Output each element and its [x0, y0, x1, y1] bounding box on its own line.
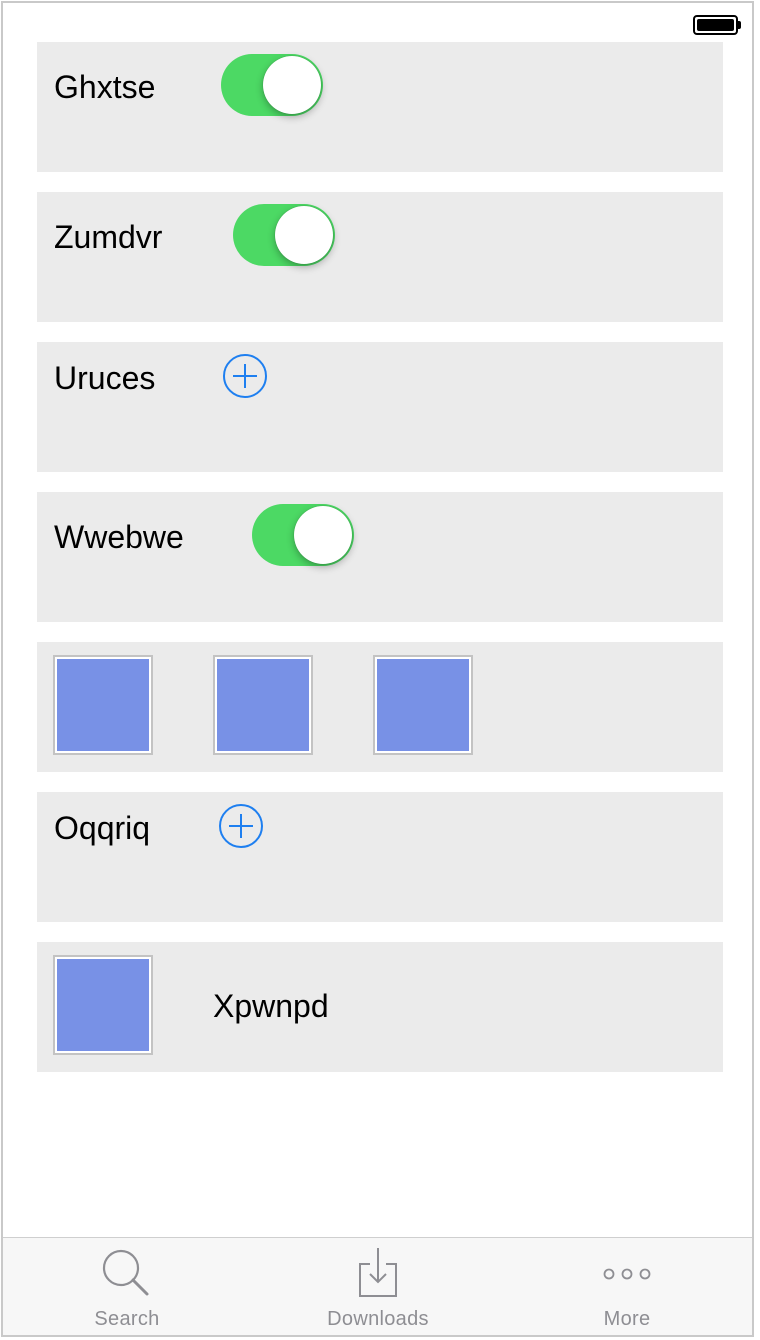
row-label: Oqqriq: [54, 810, 151, 846]
more-icon: [603, 1268, 651, 1280]
battery-icon: [693, 15, 741, 35]
image-row: [37, 642, 723, 772]
toggle-knob: [275, 206, 333, 264]
tab-label: More: [603, 1308, 651, 1330]
list-item: Uruces: [37, 342, 723, 472]
row-label: Wwebwe: [54, 519, 184, 555]
toggle-knob: [263, 56, 321, 114]
list-item: Zumdvr: [37, 192, 723, 322]
app-screen: Ghxtse Zumdvr Uruces Wwebwe Oqqriq Xpwnp…: [1, 1, 754, 1337]
tab-downloads[interactable]: Downloads: [278, 1238, 478, 1335]
download-icon: [359, 1248, 397, 1297]
image-thumbnail[interactable]: [53, 955, 153, 1055]
search-icon: [102, 1249, 149, 1296]
row-label: Uruces: [54, 360, 156, 396]
tab-label: Search: [94, 1308, 160, 1330]
tab-search[interactable]: Search: [27, 1238, 227, 1335]
toggle-knob: [294, 506, 352, 564]
image-thumbnail[interactable]: [213, 655, 313, 755]
add-circle-icon[interactable]: [218, 803, 264, 849]
add-circle-icon[interactable]: [222, 353, 268, 399]
list-item: Xpwnpd: [37, 942, 723, 1072]
row-label: Xpwnpd: [213, 988, 329, 1024]
image-thumbnail[interactable]: [373, 655, 473, 755]
toggle-switch[interactable]: [233, 204, 335, 266]
image-thumbnail[interactable]: [53, 655, 153, 755]
tab-label: Downloads: [327, 1308, 429, 1330]
toggle-switch[interactable]: [221, 54, 323, 116]
row-label: Zumdvr: [54, 219, 163, 255]
list-item: Wwebwe: [37, 492, 723, 622]
tab-more[interactable]: More: [527, 1238, 727, 1335]
toggle-switch[interactable]: [252, 504, 354, 566]
tab-bar: Search Downloads More: [3, 1237, 752, 1335]
row-label: Ghxtse: [54, 69, 156, 105]
list-item: Ghxtse: [37, 42, 723, 172]
list-item: Oqqriq: [37, 792, 723, 922]
